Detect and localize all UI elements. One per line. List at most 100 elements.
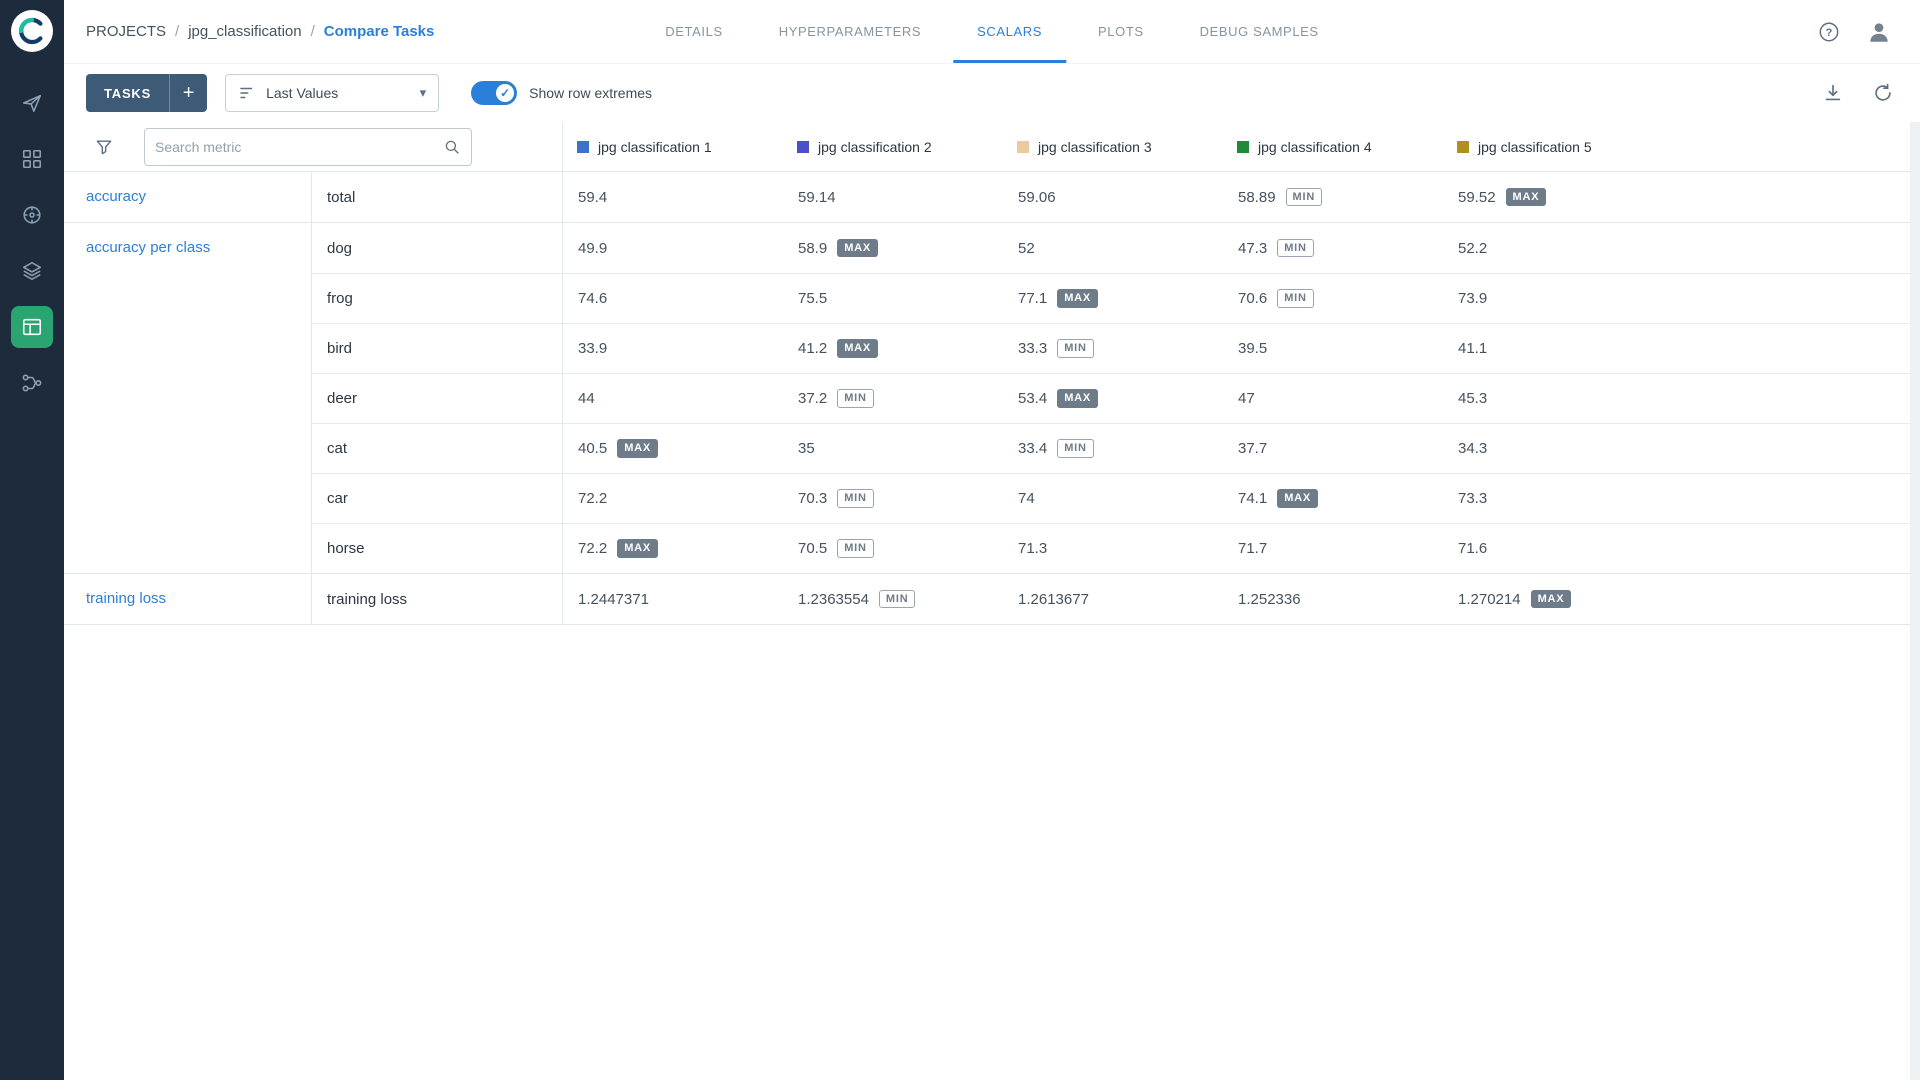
metric-value-cell: 47.3MIN bbox=[1223, 223, 1443, 273]
sidebar-item-datasets[interactable] bbox=[11, 250, 53, 292]
tab-debug-samples[interactable]: DEBUG SAMPLES bbox=[1172, 0, 1347, 63]
metric-value: 1.2613677 bbox=[1018, 591, 1089, 608]
breadcrumb-item[interactable]: Compare Tasks bbox=[324, 23, 435, 40]
experiment-column-header[interactable]: jpg classification 1 bbox=[563, 122, 783, 171]
metric-value-cell: 70.5MIN bbox=[783, 524, 1003, 573]
variant-name: deer bbox=[312, 374, 563, 423]
help-button[interactable]: ? bbox=[1818, 21, 1840, 43]
experiment-column-header[interactable]: jpg classification 2 bbox=[783, 122, 1003, 171]
metric-value: 59.14 bbox=[798, 189, 836, 206]
metric-value-cell: 71.3 bbox=[1003, 524, 1223, 573]
user-avatar[interactable] bbox=[1866, 19, 1892, 45]
experiment-column-header[interactable]: jpg classification 3 bbox=[1003, 122, 1223, 171]
filter-icon[interactable] bbox=[94, 137, 114, 157]
metric-value-cell: 52 bbox=[1003, 223, 1223, 273]
metric-value-cell: 58.9MAX bbox=[783, 223, 1003, 273]
layers-icon bbox=[21, 260, 43, 282]
sidebar-item-reports[interactable] bbox=[11, 306, 53, 348]
metric-value: 33.3 bbox=[1018, 340, 1047, 357]
sidebar bbox=[0, 0, 64, 1080]
variant-name: cat bbox=[312, 424, 563, 473]
sidebar-item-pipelines[interactable] bbox=[11, 362, 53, 404]
tab-scalars[interactable]: SCALARS bbox=[949, 0, 1070, 63]
metric-value: 74 bbox=[1018, 490, 1035, 507]
pipelines-icon bbox=[21, 372, 43, 394]
clearml-logo[interactable] bbox=[11, 10, 53, 52]
metric-link[interactable]: accuracy per class bbox=[86, 239, 210, 256]
table-row: bird33.941.2MAX33.3MIN39.541.1 bbox=[312, 323, 1920, 373]
sidebar-item-dashboard[interactable] bbox=[11, 138, 53, 180]
search-input[interactable] bbox=[155, 139, 435, 155]
toggle-label: Show row extremes bbox=[529, 85, 652, 101]
variant-name: frog bbox=[312, 274, 563, 323]
metric-value-cell: 41.2MAX bbox=[783, 324, 1003, 373]
metric-link[interactable]: training loss bbox=[86, 590, 166, 607]
show-row-extremes-toggle[interactable]: ✓ bbox=[471, 81, 517, 105]
metric-value: 1.2363554 bbox=[798, 591, 869, 608]
metric-value-cell: 73.3 bbox=[1443, 474, 1663, 523]
max-badge: MAX bbox=[617, 439, 658, 457]
experiment-column-header[interactable]: jpg classification 5 bbox=[1443, 122, 1663, 171]
metric-value-cell: 72.2 bbox=[563, 474, 783, 523]
download-icon bbox=[1822, 82, 1844, 104]
sidebar-item-launch[interactable] bbox=[11, 82, 53, 124]
breadcrumb: PROJECTS/jpg_classification/Compare Task… bbox=[86, 23, 434, 40]
variant-name: horse bbox=[312, 524, 563, 573]
metric-cell: training loss bbox=[64, 574, 312, 624]
metric-value: 73.3 bbox=[1458, 490, 1487, 507]
experiment-color-swatch bbox=[1457, 141, 1469, 153]
metric-link[interactable]: accuracy bbox=[86, 188, 146, 205]
table-body: accuracytotal59.459.1459.0658.89MIN59.52… bbox=[64, 172, 1920, 625]
metric-value-cell: 37.7 bbox=[1223, 424, 1443, 473]
metric-value: 37.7 bbox=[1238, 440, 1267, 457]
tab-plots[interactable]: PLOTS bbox=[1070, 0, 1172, 63]
metric-value: 75.5 bbox=[798, 290, 827, 307]
metric-value: 71.6 bbox=[1458, 540, 1487, 557]
sidebar-nav bbox=[11, 82, 53, 404]
metric-group-rows: dog49.958.9MAX5247.3MIN52.2frog74.675.57… bbox=[312, 223, 1920, 573]
metric-value-cell: 1.2613677 bbox=[1003, 574, 1223, 624]
dropdown-selected-value: Last Values bbox=[266, 85, 338, 101]
variant-name: training loss bbox=[312, 574, 563, 624]
metric-value-cell: 40.5MAX bbox=[563, 424, 783, 473]
metric-value: 59.4 bbox=[578, 189, 607, 206]
top-header: PROJECTS/jpg_classification/Compare Task… bbox=[64, 0, 1920, 64]
metric-value-cell: 71.7 bbox=[1223, 524, 1443, 573]
metric-value-cell: 33.3MIN bbox=[1003, 324, 1223, 373]
metric-value: 39.5 bbox=[1238, 340, 1267, 357]
metric-value-cell: 44 bbox=[563, 374, 783, 423]
values-mode-dropdown[interactable]: Last Values ▾ bbox=[225, 74, 439, 112]
refresh-button[interactable] bbox=[1872, 82, 1894, 104]
download-button[interactable] bbox=[1822, 82, 1844, 104]
breadcrumb-separator: / bbox=[175, 23, 179, 40]
metric-value-cell: 71.6 bbox=[1443, 524, 1663, 573]
scalars-table: jpg classification 1jpg classification 2… bbox=[64, 122, 1920, 1080]
search-icon[interactable] bbox=[443, 138, 461, 156]
header-actions: ? bbox=[1818, 19, 1892, 45]
tasks-button-label[interactable]: TASKS bbox=[86, 74, 169, 112]
workers-icon bbox=[21, 204, 43, 226]
metric-value: 45.3 bbox=[1458, 390, 1487, 407]
experiment-color-swatch bbox=[797, 141, 809, 153]
experiment-column-header[interactable]: jpg classification 4 bbox=[1223, 122, 1443, 171]
tab-hyperparameters[interactable]: HYPERPARAMETERS bbox=[751, 0, 949, 63]
metric-group-rows: total59.459.1459.0658.89MIN59.52MAX bbox=[312, 172, 1920, 222]
add-task-button[interactable]: + bbox=[169, 74, 207, 112]
metric-value-cell: 33.9 bbox=[563, 324, 783, 373]
metric-value-cell: 37.2MIN bbox=[783, 374, 1003, 423]
metric-value: 47.3 bbox=[1238, 240, 1267, 257]
tasks-split-button[interactable]: TASKS + bbox=[86, 74, 207, 112]
breadcrumb-item[interactable]: PROJECTS bbox=[86, 23, 166, 40]
breadcrumb-item[interactable]: jpg_classification bbox=[188, 23, 301, 40]
metric-value: 1.2447371 bbox=[578, 591, 649, 608]
tab-details[interactable]: DETAILS bbox=[637, 0, 750, 63]
metric-value: 53.4 bbox=[1018, 390, 1047, 407]
min-badge: MIN bbox=[837, 539, 874, 557]
sidebar-item-workers[interactable] bbox=[11, 194, 53, 236]
app-root: PROJECTS/jpg_classification/Compare Task… bbox=[0, 0, 1920, 1080]
max-badge: MAX bbox=[1277, 489, 1318, 507]
metric-value-cell: 39.5 bbox=[1223, 324, 1443, 373]
metric-value: 71.3 bbox=[1018, 540, 1047, 557]
vertical-scrollbar[interactable] bbox=[1910, 122, 1920, 1080]
sort-icon bbox=[238, 84, 256, 102]
